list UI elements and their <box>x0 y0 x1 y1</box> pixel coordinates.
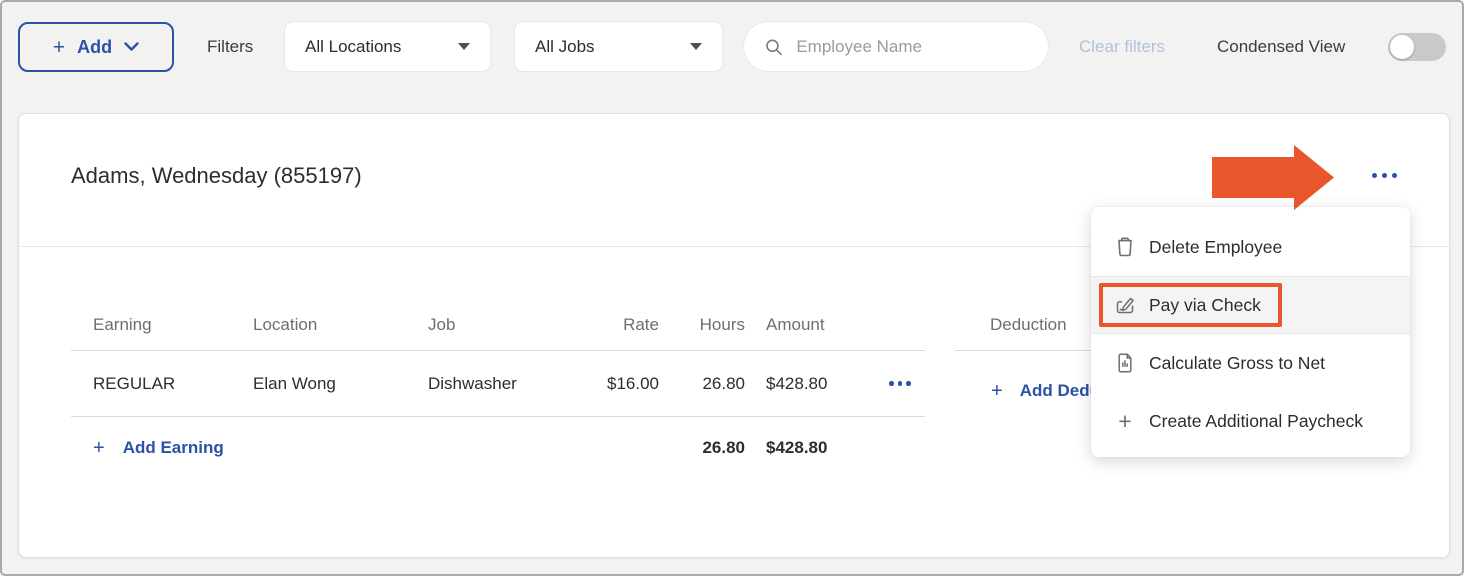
employee-name-title: Adams, Wednesday (855197) <box>71 163 362 189</box>
total-hours: 26.80 <box>659 438 745 458</box>
earning-row-menu-button[interactable] <box>875 381 925 386</box>
earnings-header-row: Earning Location Job Rate Hours Amount <box>71 299 925 351</box>
menu-item-calculate-gross-to-net[interactable]: Calculate Gross to Net <box>1091 334 1410 392</box>
plus-icon: + <box>991 381 1003 401</box>
employee-menu-button[interactable] <box>1362 158 1406 192</box>
amount-cell: $428.80 <box>745 374 875 394</box>
plus-icon: + <box>93 438 105 458</box>
filters-label: Filters <box>207 37 253 57</box>
earnings-table: Earning Location Job Rate Hours Amount R… <box>71 299 925 479</box>
employee-context-menu: Delete Employee Pay via Check Calculat <box>1091 207 1410 457</box>
menu-item-delete-employee[interactable]: Delete Employee <box>1091 218 1410 276</box>
chevron-down-icon <box>124 42 139 52</box>
col-header-location: Location <box>253 315 428 335</box>
payroll-screen: + Add Filters All Locations All Jobs Cle… <box>0 0 1464 576</box>
earnings-row: REGULAR Elan Wong Dishwasher $16.00 26.8… <box>71 351 925 417</box>
rate-cell: $16.00 <box>573 374 659 394</box>
earnings-footer-row: + Add Earning 26.80 $428.80 <box>71 417 925 479</box>
condensed-view-toggle[interactable] <box>1388 33 1446 61</box>
location-cell: Elan Wong <box>253 374 428 394</box>
plus-icon: + <box>53 37 65 58</box>
col-header-job: Job <box>428 315 573 335</box>
caret-down-icon <box>458 43 470 50</box>
location-filter-select[interactable]: All Locations <box>285 22 490 71</box>
annotation-highlight-box <box>1099 283 1282 327</box>
col-header-amount: Amount <box>745 315 875 335</box>
annotation-arrow <box>1212 145 1334 210</box>
col-header-hours: Hours <box>659 315 745 335</box>
add-button-label: Add <box>77 37 112 58</box>
col-header-rate: Rate <box>573 315 659 335</box>
col-header-earning: Earning <box>93 315 253 335</box>
job-filter-select[interactable]: All Jobs <box>515 22 722 71</box>
add-earning-label: Add Earning <box>123 438 224 458</box>
employee-search[interactable] <box>744 22 1048 71</box>
menu-item-label: Delete Employee <box>1149 237 1282 258</box>
job-filter-value: All Jobs <box>535 37 595 57</box>
toggle-knob <box>1390 35 1414 59</box>
clear-filters-button[interactable]: Clear filters <box>1079 37 1165 57</box>
location-filter-value: All Locations <box>305 37 401 57</box>
search-icon <box>764 36 783 58</box>
menu-item-label: Create Additional Paycheck <box>1149 411 1363 432</box>
trash-icon <box>1112 234 1138 260</box>
condensed-view-label: Condensed View <box>1217 37 1345 57</box>
plus-icon: + <box>1112 408 1138 434</box>
menu-item-create-additional-paycheck[interactable]: + Create Additional Paycheck <box>1091 392 1410 450</box>
menu-item-label: Calculate Gross to Net <box>1149 353 1325 374</box>
document-chart-icon <box>1112 350 1138 376</box>
job-cell: Dishwasher <box>428 374 573 394</box>
add-button[interactable]: + Add <box>18 22 174 72</box>
ellipsis-icon <box>1362 158 1406 192</box>
add-earning-button[interactable]: + Add Earning <box>93 438 659 458</box>
employee-search-input[interactable] <box>796 37 1028 57</box>
hours-cell: 26.80 <box>659 374 745 394</box>
total-amount: $428.80 <box>745 438 875 458</box>
caret-down-icon <box>690 43 702 50</box>
earning-type-cell: REGULAR <box>93 374 253 394</box>
